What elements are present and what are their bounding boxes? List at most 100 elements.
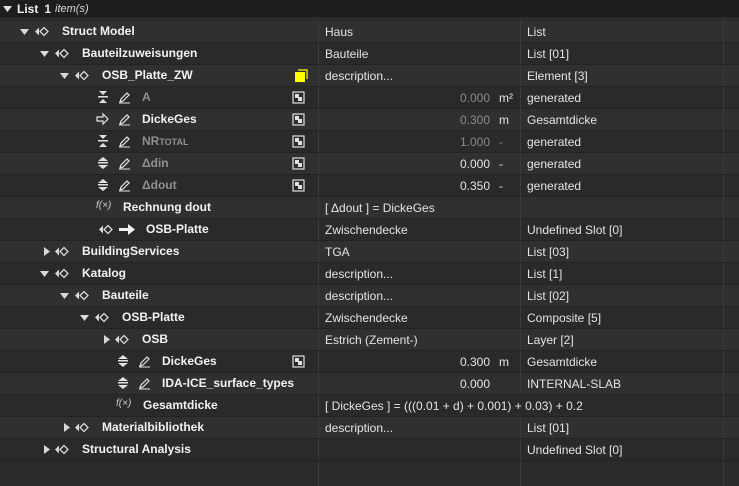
triangle-right-icon[interactable] [62, 423, 71, 432]
tree-row[interactable]: OSB-Platte Zwischendecke Composite [5] [0, 307, 739, 329]
attribute-description: generated [527, 90, 582, 105]
node-value: Haus [325, 24, 354, 39]
pencil-icon[interactable] [118, 91, 131, 104]
node-value: Bauteile [325, 46, 369, 61]
tree-row[interactable]: BuildingServices TGA List [03] [0, 241, 739, 263]
attribute-description: generated [527, 134, 582, 149]
node-value: description... [325, 68, 394, 83]
triangle-down-icon[interactable] [3, 4, 12, 13]
pencil-icon[interactable] [118, 179, 131, 192]
attribute-unit: m [499, 112, 509, 127]
attribute-unit: m [499, 354, 509, 369]
pencil-icon[interactable] [138, 377, 151, 390]
triangle-down-icon[interactable] [60, 71, 69, 80]
empty-area [0, 462, 739, 486]
pencil-icon[interactable] [118, 135, 131, 148]
attribute-value[interactable]: 0.350 [460, 179, 490, 193]
attribute-bidirectional-icon [98, 157, 108, 169]
tree-row[interactable]: Δdout 0.350- generated [0, 175, 739, 197]
tree-row[interactable]: Δdin 0.000- generated [0, 153, 739, 175]
node-label: OSB-Platte [122, 310, 185, 324]
slot-icon[interactable] [292, 355, 305, 368]
node-value: Zwischendecke [325, 310, 408, 325]
node-label: Katalog [82, 266, 127, 280]
triangle-right-icon[interactable] [102, 335, 111, 344]
tree-row[interactable]: DickeGes 0.300 m Gesamtdicke [0, 351, 739, 373]
pencil-icon[interactable] [118, 113, 131, 126]
triangle-down-icon[interactable] [60, 291, 69, 300]
slot-icon[interactable] [292, 91, 305, 104]
attribute-description: generated [527, 156, 582, 171]
tree-row[interactable]: Struct Model Haus List [0, 21, 739, 43]
node-label: Bauteile [102, 288, 149, 302]
formula-icon: f(×) [96, 200, 112, 211]
list-title: List [17, 1, 39, 16]
slot-icon[interactable] [292, 179, 305, 192]
tree-row[interactable]: f(×) Rechnung dout [ Δdout ] = DickeGes [0, 197, 739, 219]
triangle-down-icon[interactable] [40, 269, 49, 278]
attribute-value[interactable]: 1.000 [460, 135, 490, 149]
formula-expression[interactable]: [ Δdout ] = DickeGes [319, 201, 435, 215]
attribute-description: Gesamtdicke [527, 112, 598, 127]
triangle-down-icon[interactable] [80, 313, 89, 322]
attribute-value[interactable]: 0.300 [460, 113, 490, 127]
triangle-down-icon[interactable] [20, 27, 29, 36]
tree-row[interactable]: Bauteilzuweisungen Bauteile List [01] [0, 43, 739, 65]
triangle-right-icon[interactable] [42, 445, 51, 454]
tree-row[interactable]: NRTOTAL 1.000- generated [0, 131, 739, 153]
tree-row[interactable]: Katalog description... List [1] [0, 263, 739, 285]
node-value: Estrich (Zement-) [325, 332, 418, 347]
node-diamond-icon [75, 422, 89, 433]
pencil-icon[interactable] [118, 157, 131, 170]
attribute-unit: - [499, 178, 503, 193]
node-diamond-icon [95, 312, 109, 323]
tree-row[interactable]: Structural Analysis Undefined Slot [0] [0, 439, 739, 461]
node-diamond-icon [55, 268, 69, 279]
attribute-description: generated [527, 178, 582, 193]
node-type: Element [3] [527, 68, 588, 83]
tree-row[interactable]: OSB-Platte Zwischendecke Undefined Slot … [0, 219, 739, 241]
attribute-label: IDA-ICE_surface_types [162, 376, 295, 390]
node-diamond-icon [55, 48, 69, 59]
formula-label: Gesamtdicke [143, 398, 218, 412]
attribute-value[interactable]: 0.000 [460, 377, 490, 391]
pencil-icon[interactable] [138, 355, 151, 368]
attribute-icon [98, 135, 108, 147]
attribute-description: Gesamtdicke [527, 354, 598, 369]
tree-row[interactable]: A 0.000 m² generated [0, 87, 739, 109]
node-type: List [01] [527, 46, 570, 61]
node-value: Zwischendecke [325, 222, 408, 237]
slot-icon[interactable] [292, 135, 305, 148]
tree-row[interactable]: Materialbibliothek description... List [… [0, 417, 739, 439]
node-type: List [527, 24, 546, 39]
attribute-value[interactable]: 0.000 [460, 157, 490, 171]
node-type: List [1] [527, 266, 563, 281]
tree-row[interactable]: Bauteile description... List [02] [0, 285, 739, 307]
triangle-right-icon[interactable] [42, 247, 51, 256]
attribute-label-subscript: TOTAL [159, 137, 189, 147]
yellow-square-icon[interactable] [294, 69, 308, 83]
tree-row[interactable]: OSB Estrich (Zement-) Layer [2] [0, 329, 739, 351]
attribute-value[interactable]: 0.300 [460, 355, 490, 369]
attribute-unit: - [499, 156, 503, 171]
formula-expression[interactable]: [ DickeGes ] = (((0.01 + d) + 0.001) + 0… [319, 399, 583, 413]
tree-grid: Struct Model Haus List Bauteilzuweisunge… [0, 21, 739, 461]
attribute-value[interactable]: 0.000 [460, 91, 490, 105]
node-label: Bauteilzuweisungen [82, 46, 198, 60]
node-label: BuildingServices [82, 244, 180, 258]
formula-icon: f(×) [116, 398, 132, 409]
attribute-label: Δdout [142, 178, 177, 192]
tree-row[interactable]: DickeGes 0.300 m Gesamtdicke [0, 109, 739, 131]
attribute-label: Δdin [142, 156, 169, 170]
triangle-down-icon[interactable] [40, 49, 49, 58]
node-diamond-icon [55, 444, 69, 455]
slot-icon[interactable] [292, 157, 305, 170]
slot-icon[interactable] [292, 113, 305, 126]
node-diamond-icon [75, 290, 89, 301]
node-diamond-icon [75, 70, 89, 81]
formula-label: Rechnung dout [123, 200, 211, 214]
link-arrow-icon [96, 112, 109, 126]
tree-row[interactable]: OSB_Platte_ZW description... Element [3] [0, 65, 739, 87]
tree-row[interactable]: f(×) Gesamtdicke [ DickeGes ] = (((0.01 … [0, 395, 739, 417]
tree-row[interactable]: IDA-ICE_surface_types 0.000 INTERNAL-SLA… [0, 373, 739, 395]
